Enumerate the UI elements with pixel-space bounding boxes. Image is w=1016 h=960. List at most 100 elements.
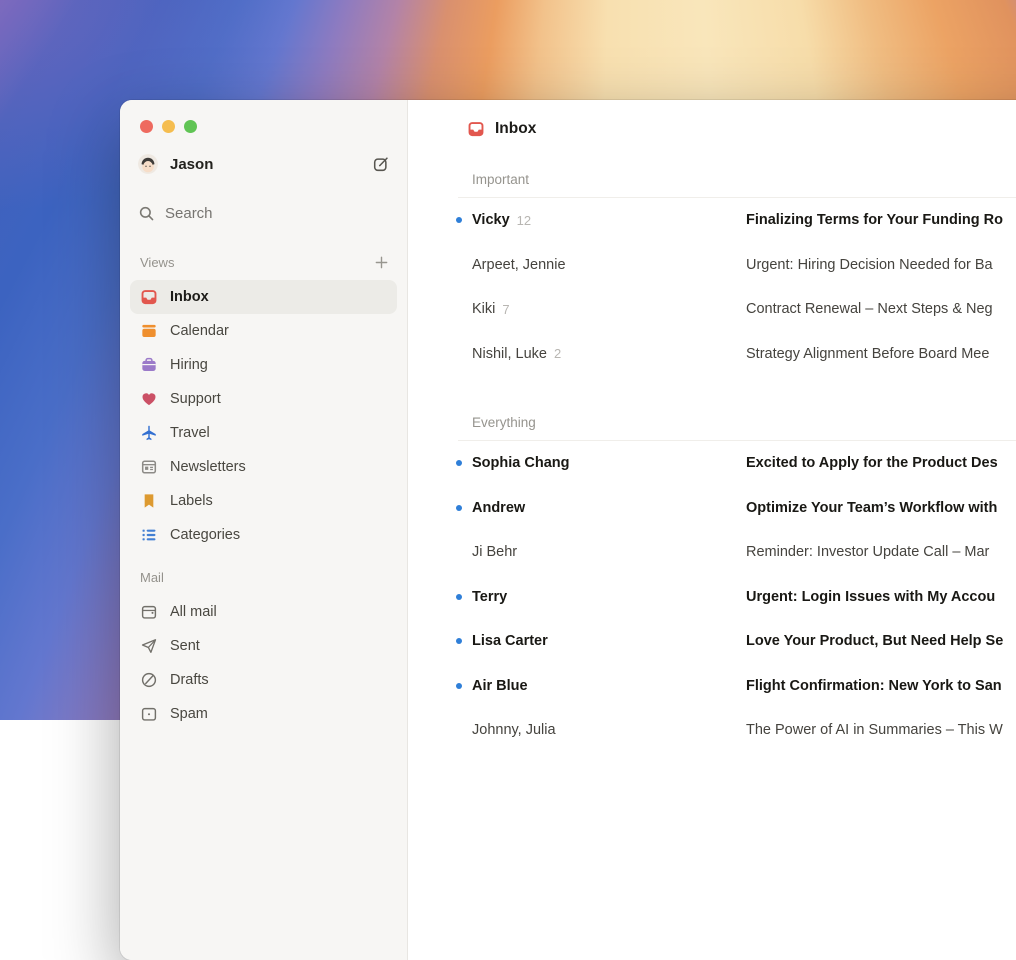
- bookmark-icon: [140, 492, 158, 510]
- add-view-button[interactable]: [371, 252, 391, 272]
- unread-dot: [456, 594, 462, 600]
- sidebar-item-newsletters[interactable]: Newsletters: [130, 450, 397, 484]
- unread-dot-cell: [450, 727, 472, 733]
- views-list: Inbox Calendar: [120, 280, 407, 552]
- sidebar-item-label: Categories: [170, 527, 240, 543]
- spam-icon: [140, 705, 158, 723]
- airplane-icon: [140, 424, 158, 442]
- email-subject: Contract Renewal – Next Steps & Neg: [746, 301, 993, 317]
- zoom-window-button[interactable]: [184, 120, 197, 133]
- unread-dot-cell: [450, 594, 472, 600]
- close-window-button[interactable]: [140, 120, 153, 133]
- sidebar-item-inbox[interactable]: Inbox: [130, 280, 397, 314]
- sidebar-item-label: Hiring: [170, 357, 208, 373]
- view-title: Inbox: [495, 120, 536, 138]
- sidebar-item-label: Support: [170, 391, 221, 407]
- inbox-icon: [467, 120, 485, 138]
- email-subject: Love Your Product, But Need Help Se: [746, 633, 1003, 649]
- email-subject: Excited to Apply for the Product Des: [746, 455, 998, 471]
- sidebar-item-drafts[interactable]: Drafts: [130, 663, 397, 697]
- email-row[interactable]: Air BlueFlight Confirmation: New York to…: [408, 664, 1016, 709]
- tray-icon: [140, 603, 158, 621]
- account-row[interactable]: Jason: [138, 151, 391, 177]
- search-label: Search: [165, 205, 213, 222]
- mail-app-window: Jason Search Views: [120, 100, 1016, 960]
- email-row[interactable]: Arpeet, JennieUrgent: Hiring Decision Ne…: [408, 243, 1016, 288]
- email-row[interactable]: Kiki7Contract Renewal – Next Steps & Neg: [408, 287, 1016, 332]
- inbox-panel: Inbox Important Vicky 12 Finalizing Terms …: [408, 100, 1016, 960]
- email-row[interactable]: Johnny, Julia The Power of AI in Summarie…: [408, 708, 1016, 753]
- sidebar-item-calendar[interactable]: Calendar: [130, 314, 397, 348]
- email-sender: Arpeet, Jennie: [472, 257, 566, 273]
- sidebar-item-hiring[interactable]: Hiring: [130, 348, 397, 382]
- email-subject: Reminder: Investor Update Call – Mar: [746, 544, 989, 560]
- sidebar-item-sent[interactable]: Sent: [130, 629, 397, 663]
- plus-icon: [374, 255, 389, 270]
- everything-section: Everything Sophia ChangExcited to Apply …: [408, 414, 1016, 753]
- view-header: Inbox: [467, 117, 1016, 141]
- compose-button[interactable]: [371, 154, 391, 174]
- email-row[interactable]: Nishil, Luke 2 Strategy Alignment Before B…: [408, 332, 1016, 377]
- thread-count: 7: [502, 302, 509, 317]
- email-sender: Air Blue: [472, 678, 528, 694]
- unread-dot-cell: [450, 262, 472, 268]
- sidebar-item-categories[interactable]: Categories: [130, 518, 397, 552]
- mail-section-label: Mail: [140, 570, 391, 585]
- email-subject: The Power of AI in Summaries – This W: [746, 722, 1003, 738]
- sidebar-item-label: Inbox: [170, 289, 209, 305]
- sidebar-item-spam[interactable]: Spam: [130, 697, 397, 731]
- unread-dot-cell: [450, 638, 472, 644]
- unread-dot: [456, 460, 462, 466]
- sidebar-item-support[interactable]: Support: [130, 382, 397, 416]
- unread-dot-cell: [450, 217, 472, 223]
- briefcase-icon: [140, 356, 158, 374]
- mail-section-header: Mail: [140, 568, 391, 586]
- email-row[interactable]: TerryUrgent: Login Issues with My Accou: [408, 575, 1016, 620]
- unread-dot: [456, 217, 462, 223]
- heart-icon: [140, 390, 158, 408]
- views-section-label: Views: [140, 255, 371, 270]
- email-subject: Finalizing Terms for Your Funding Ro: [746, 212, 1003, 228]
- desktop-wallpaper: Jason Search Views: [0, 0, 1016, 720]
- user-avatar: [138, 154, 158, 174]
- compose-icon: [372, 155, 390, 173]
- mail-list: All mail Sent: [120, 595, 407, 731]
- thread-count: 2: [554, 346, 561, 361]
- sidebar-item-travel[interactable]: Travel: [130, 416, 397, 450]
- email-row[interactable]: Lisa CarterLove Your Product, But Need H…: [408, 619, 1016, 664]
- calendar-icon: [140, 322, 158, 340]
- section-label: Important: [472, 171, 1016, 189]
- unread-dot-cell: [450, 351, 472, 357]
- account-name: Jason: [170, 156, 371, 173]
- email-sender: Ji Behr: [472, 544, 517, 560]
- email-row[interactable]: AndrewOptimize Your Team’s Workflow with: [408, 486, 1016, 531]
- search-button[interactable]: Search: [138, 201, 391, 225]
- unread-dot-cell: [450, 549, 472, 555]
- email-row[interactable]: Sophia Chang Excited to Apply for the Pro…: [408, 441, 1016, 486]
- important-section: Important Vicky 12 Finalizing Terms for Yo…: [408, 171, 1016, 376]
- email-row[interactable]: Vicky 12 Finalizing Terms for Your Funding…: [408, 198, 1016, 243]
- email-sender: Johnny, Julia: [472, 722, 556, 738]
- sidebar-item-label: Newsletters: [170, 459, 246, 475]
- email-sender: Andrew: [472, 500, 525, 516]
- email-subject: Strategy Alignment Before Board Mee: [746, 346, 989, 362]
- email-sender: Nishil, Luke: [472, 346, 547, 362]
- email-row[interactable]: Ji Behr Reminder: Investor Update Call – …: [408, 530, 1016, 575]
- email-sender: Sophia Chang: [472, 455, 569, 471]
- email-sender: Vicky: [472, 212, 510, 228]
- unread-dot-cell: [450, 505, 472, 511]
- sidebar-item-labels[interactable]: Labels: [130, 484, 397, 518]
- views-section-header: Views: [140, 253, 391, 271]
- unread-dot-cell: [450, 460, 472, 466]
- unread-dot: [456, 505, 462, 511]
- email-rows: Sophia Chang Excited to Apply for the Pro…: [408, 441, 1016, 753]
- sidebar-item-all-mail[interactable]: All mail: [130, 595, 397, 629]
- thread-count: 12: [517, 213, 531, 228]
- unread-dot: [456, 638, 462, 644]
- email-sender: Terry: [472, 589, 507, 605]
- inbox-icon: [140, 288, 158, 306]
- unread-dot-cell: [450, 683, 472, 689]
- paper-plane-icon: [140, 637, 158, 655]
- unread-dot-cell: [450, 306, 472, 312]
- minimize-window-button[interactable]: [162, 120, 175, 133]
